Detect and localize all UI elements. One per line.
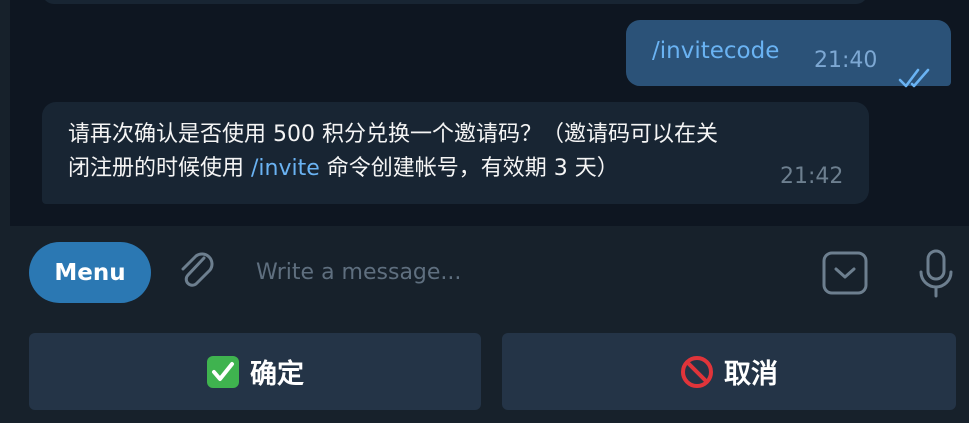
confirm-button-label: 确定 bbox=[250, 359, 304, 390]
outgoing-message-time: 21:40 bbox=[814, 48, 878, 73]
prohibited-icon bbox=[681, 355, 713, 388]
message-input[interactable] bbox=[254, 252, 798, 292]
message-list[interactable]: /invitecode 21:40 请再次确认是否使用 500 积分兑换一个邀请… bbox=[0, 0, 969, 226]
reply-keyboard: 确定 取消 bbox=[0, 318, 969, 423]
cancel-button[interactable]: 取消 bbox=[502, 333, 956, 410]
check-mark-button-icon bbox=[207, 355, 239, 388]
incoming-message-time: 21:42 bbox=[780, 164, 844, 189]
cancel-button-label: 取消 bbox=[724, 359, 778, 390]
incoming-line-2-start: 闭注册的时候使用 bbox=[68, 156, 251, 181]
incoming-message-text: 请再次确认是否使用 500 积分兑换一个邀请码？（邀请码可以在关 闭注册的时候使… bbox=[68, 118, 838, 186]
menu-button[interactable]: Menu bbox=[29, 242, 151, 303]
microphone-icon[interactable] bbox=[914, 248, 958, 300]
left-edge-strip bbox=[0, 0, 10, 226]
message-composer: Menu bbox=[0, 226, 969, 318]
confirm-button[interactable]: 确定 bbox=[29, 333, 481, 410]
incoming-message-bubble[interactable]: 请再次确认是否使用 500 积分兑换一个邀请码？（邀请码可以在关 闭注册的时候使… bbox=[42, 102, 869, 204]
outgoing-message-bubble[interactable]: /invitecode 21:40 bbox=[626, 20, 951, 88]
double-check-icon bbox=[898, 68, 930, 88]
incoming-line-1: 请再次确认是否使用 500 积分兑换一个邀请码？（邀请码可以在关 bbox=[68, 122, 718, 147]
previous-message-bubble bbox=[42, 0, 868, 4]
invite-command-link[interactable]: /invite bbox=[251, 156, 320, 181]
telegram-chat-screen: /invitecode 21:40 请再次确认是否使用 500 积分兑换一个邀请… bbox=[0, 0, 969, 423]
paperclip-icon[interactable] bbox=[174, 248, 220, 294]
incoming-line-2-end: 命令创建帐号，有效期 3 天） bbox=[319, 156, 619, 181]
sticker-icon[interactable] bbox=[820, 250, 870, 296]
outgoing-message-text: /invitecode bbox=[652, 38, 780, 64]
